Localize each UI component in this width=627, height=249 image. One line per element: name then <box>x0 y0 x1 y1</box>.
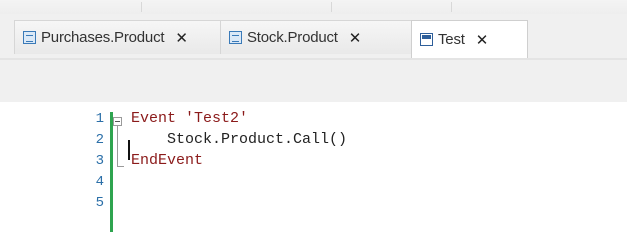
tab-test[interactable]: Test ✕ <box>411 20 528 58</box>
grid-object-icon <box>229 31 242 44</box>
event-name: 'Test2' <box>176 110 249 127</box>
code-editor[interactable]: 1 2 3 4 5 Event 'Test2' Stock.Product.Ca… <box>0 102 627 249</box>
tab-label: Stock.Product <box>247 29 338 46</box>
line-number: 1 <box>95 111 104 127</box>
line-number: 5 <box>95 195 104 211</box>
tab-stock-product[interactable]: Stock.Product ✕ <box>220 20 412 54</box>
close-icon[interactable]: ✕ <box>349 29 362 47</box>
tab-purchases-product[interactable]: Purchases.Product ✕ <box>14 20 221 54</box>
line-number: 4 <box>95 174 104 190</box>
grid-object-icon <box>23 31 36 44</box>
tab-label: Purchases.Product <box>41 29 165 46</box>
close-icon[interactable]: ✕ <box>476 31 489 49</box>
close-icon[interactable]: ✕ <box>175 29 188 47</box>
code-line: Stock.Product.Call() <box>131 131 348 148</box>
keyword: Event <box>131 110 177 127</box>
fold-guide <box>117 119 118 167</box>
code-line: EndEvent <box>131 152 203 170</box>
procedure-icon <box>420 33 433 46</box>
code-line: Event 'Test2' <box>131 110 248 128</box>
text-cursor <box>128 140 130 160</box>
line-number: 3 <box>95 153 104 169</box>
tab-label: Test <box>438 31 465 48</box>
title-strip <box>0 0 627 14</box>
keyword: EndEvent <box>131 152 204 169</box>
fold-guide-end <box>117 166 124 167</box>
change-marker <box>110 112 113 232</box>
line-number: 2 <box>95 132 104 148</box>
collapse-icon[interactable] <box>113 117 122 126</box>
editor-toolbar-area <box>0 60 627 102</box>
